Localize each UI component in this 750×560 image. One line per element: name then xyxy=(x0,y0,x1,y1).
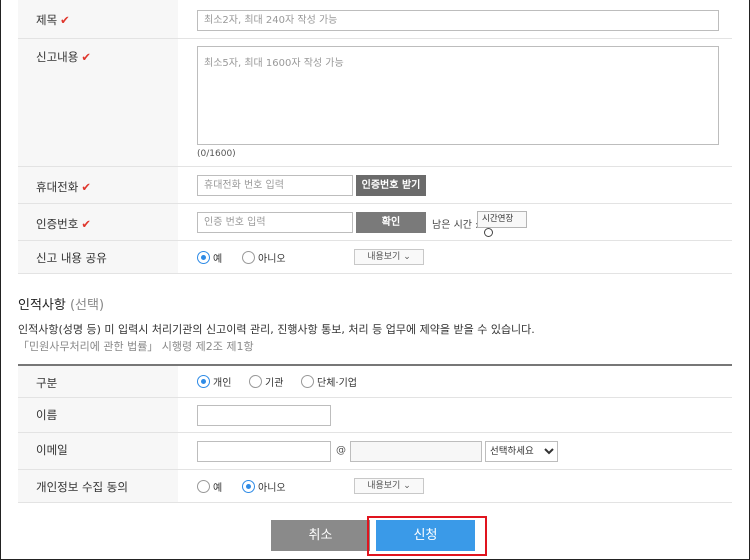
view-more-label: 내용보기 xyxy=(367,481,401,491)
content-label: 신고내용 xyxy=(36,50,79,64)
radio-unchecked-icon xyxy=(197,480,210,493)
radio-checked-icon xyxy=(197,375,210,388)
type-label: 구분 xyxy=(36,376,58,390)
title-label-cell: 제목 ✔ xyxy=(18,0,178,38)
email-row: 이메일 @ 선택하세요 xyxy=(18,433,732,470)
phone-input[interactable]: 휴대전화 번호 입력 xyxy=(197,175,353,196)
email-domain-select[interactable]: 선택하세요 xyxy=(485,441,558,462)
consent-yes-radio[interactable]: 예 xyxy=(197,479,222,494)
content-counter: (0/1600) xyxy=(197,149,236,159)
type-option-label: 단체·기업 xyxy=(317,378,357,389)
extend-time-label: 시간연장 xyxy=(482,214,514,224)
name-label: 이름 xyxy=(36,408,58,422)
name-input[interactable] xyxy=(197,405,331,426)
share-label: 신고 내용 공유 xyxy=(36,251,107,265)
share-row: 신고 내용 공유 예 아니오 내용보기 ⌄ xyxy=(18,241,732,274)
person-section-title: 인적사항 (선택) xyxy=(18,294,104,313)
name-label-cell: 이름 xyxy=(18,398,178,432)
request-code-button[interactable]: 인증번호 받기 xyxy=(356,175,426,196)
view-more-label: 내용보기 xyxy=(367,252,401,262)
name-row: 이름 xyxy=(18,398,732,433)
cancel-button[interactable]: 취소 xyxy=(271,520,370,551)
share-no-radio[interactable]: 아니오 xyxy=(242,250,286,265)
content-label-cell: 신고내용 ✔ xyxy=(18,39,178,166)
consent-row: 개인정보 수집 동의 예 아니오 내용보기 ⌄ xyxy=(18,470,732,503)
required-check-icon: ✔ xyxy=(81,50,91,64)
phone-label: 휴대전화 xyxy=(36,180,79,194)
consent-no-radio[interactable]: 아니오 xyxy=(242,479,286,494)
email-label: 이메일 xyxy=(36,443,68,457)
title-input[interactable]: 최소2자, 최대 240자 작성 가능 xyxy=(197,10,719,31)
radio-unchecked-icon xyxy=(301,375,314,388)
email-at-sign: @ xyxy=(336,445,346,456)
consent-no-label: 아니오 xyxy=(258,483,286,494)
share-label-cell: 신고 내용 공유 xyxy=(18,241,178,273)
person-section-optional: (선택) xyxy=(69,298,105,313)
submit-highlight-box xyxy=(367,516,487,556)
consent-view-more-button[interactable]: 내용보기 ⌄ xyxy=(354,478,424,494)
type-label-cell: 구분 xyxy=(18,366,178,397)
phone-label-cell: 휴대전화 ✔ xyxy=(18,167,178,203)
type-option-label: 개인 xyxy=(213,378,232,389)
radio-unchecked-icon xyxy=(249,375,262,388)
content-textarea[interactable]: 최소5자, 최대 1600자 작성 가능 xyxy=(197,46,719,145)
required-check-icon: ✔ xyxy=(81,180,91,194)
auth-label-cell: 인증번호 ✔ xyxy=(18,204,178,240)
clock-icon xyxy=(484,228,493,237)
remaining-time-label: 남은 시간 : xyxy=(432,220,479,231)
phone-row: 휴대전화 ✔ 휴대전화 번호 입력 인증번호 받기 xyxy=(18,167,732,204)
consent-yes-label: 예 xyxy=(213,483,223,494)
radio-checked-icon xyxy=(197,251,210,264)
title-row: 제목 ✔ 최소2자, 최대 240자 작성 가능 xyxy=(18,0,732,39)
auth-row: 인증번호 ✔ 인증 번호 입력 확인 남은 시간 : 시간연장 xyxy=(18,204,732,241)
confirm-code-button[interactable]: 확인 xyxy=(356,212,426,233)
person-notice: 인적사항(성명 등) 미 입력시 처리기관의 신고이력 관리, 진행사항 통보,… xyxy=(18,323,535,336)
email-id-input[interactable] xyxy=(197,441,331,462)
auth-code-input[interactable]: 인증 번호 입력 xyxy=(197,212,353,233)
auth-label: 인증번호 xyxy=(36,217,79,231)
chevron-down-icon: ⌄ xyxy=(403,252,411,262)
share-yes-radio[interactable]: 예 xyxy=(197,250,222,265)
law-reference: 「민원사무처리에 관한 법률」 시행령 제2조 제1항 xyxy=(18,340,254,353)
chevron-down-icon: ⌄ xyxy=(403,481,411,491)
share-yes-label: 예 xyxy=(213,254,223,265)
type-agency-radio[interactable]: 기관 xyxy=(249,374,283,389)
extend-time-button[interactable]: 시간연장 xyxy=(477,211,527,237)
required-check-icon: ✔ xyxy=(81,217,91,231)
person-section-heading: 인적사항 xyxy=(18,298,66,313)
content-row: 신고내용 ✔ 최소5자, 최대 1600자 작성 가능 (0/1600) xyxy=(18,39,732,167)
radio-checked-icon xyxy=(242,480,255,493)
type-option-label: 기관 xyxy=(265,378,284,389)
type-group-radio[interactable]: 단체·기업 xyxy=(301,374,357,389)
consent-label: 개인정보 수집 동의 xyxy=(36,480,128,494)
share-no-label: 아니오 xyxy=(258,254,286,265)
title-label: 제목 xyxy=(36,13,58,27)
email-label-cell: 이메일 xyxy=(18,433,178,469)
email-domain-input[interactable] xyxy=(350,441,482,462)
required-check-icon: ✔ xyxy=(60,13,70,27)
type-individual-radio[interactable]: 개인 xyxy=(197,374,231,389)
radio-unchecked-icon xyxy=(242,251,255,264)
type-row: 구분 개인 기관 단체·기업 xyxy=(18,366,732,398)
consent-label-cell: 개인정보 수집 동의 xyxy=(18,470,178,502)
share-view-more-button[interactable]: 내용보기 ⌄ xyxy=(354,249,424,265)
